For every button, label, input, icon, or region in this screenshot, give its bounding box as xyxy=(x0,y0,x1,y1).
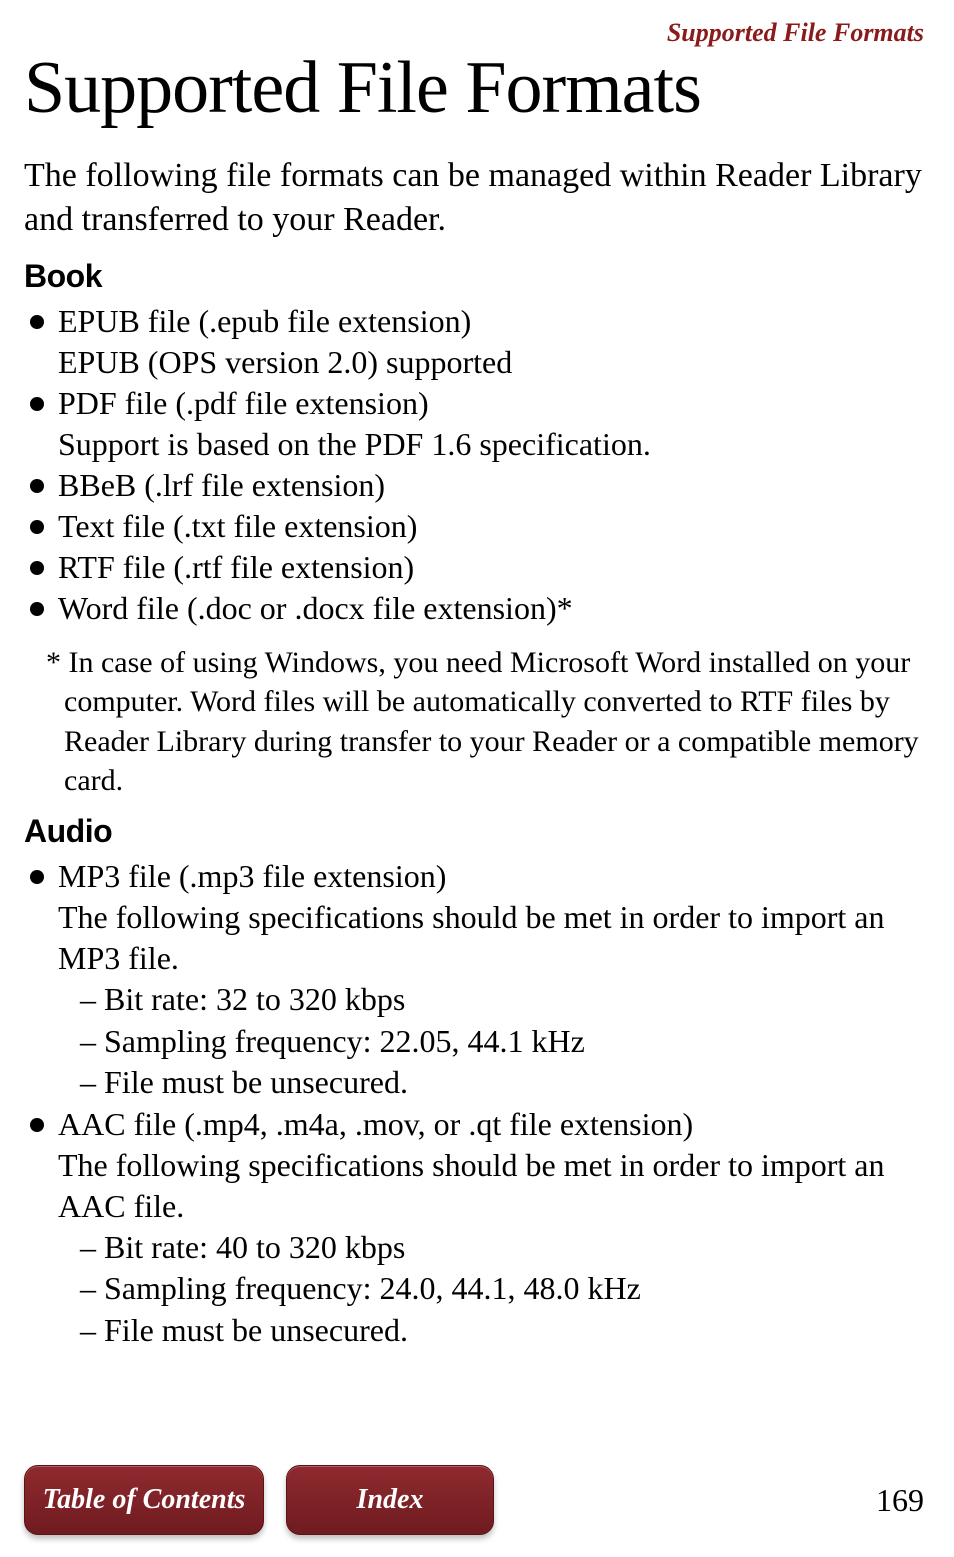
list-item-text: RTF file (.rtf file extension) xyxy=(58,549,414,585)
list-item: Word file (.doc or .docx file extension)… xyxy=(30,588,924,629)
page-number: 169 xyxy=(876,1482,924,1519)
spec-item: File must be unsecured. xyxy=(80,1062,924,1104)
table-of-contents-button[interactable]: Table of Contents xyxy=(24,1465,264,1535)
spec-item: Bit rate: 40 to 320 kbps xyxy=(80,1227,924,1269)
spec-list: Bit rate: 32 to 320 kbps Sampling freque… xyxy=(58,979,924,1104)
index-button[interactable]: Index xyxy=(286,1465,494,1535)
intro-paragraph: The following file formats can be manage… xyxy=(24,154,924,242)
spec-item: File must be unsecured. xyxy=(80,1310,924,1352)
list-item-text: Word file (.doc or .docx file extension)… xyxy=(58,590,573,626)
list-item: EPUB file (.epub file extension) EPUB (O… xyxy=(30,301,924,383)
section-heading-audio: Audio xyxy=(24,813,924,850)
list-item-subtext: EPUB (OPS version 2.0) supported xyxy=(58,342,924,383)
list-item-text: MP3 file (.mp3 file extension) xyxy=(58,858,446,894)
list-item: RTF file (.rtf file extension) xyxy=(30,547,924,588)
list-item-text: Text file (.txt file extension) xyxy=(58,508,417,544)
list-item-desc: The following specifications should be m… xyxy=(58,897,924,979)
list-item: MP3 file (.mp3 file extension) The follo… xyxy=(30,856,924,1104)
list-item-subtext: Support is based on the PDF 1.6 specific… xyxy=(58,424,924,465)
list-item-text: BBeB (.lrf file extension) xyxy=(58,467,385,503)
spec-list: Bit rate: 40 to 320 kbps Sampling freque… xyxy=(58,1227,924,1352)
list-item: AAC file (.mp4, .m4a, .mov, or .qt file … xyxy=(30,1104,924,1352)
list-item-desc: The following specifications should be m… xyxy=(58,1145,924,1227)
page-title: Supported File Formats xyxy=(24,50,924,128)
list-item: PDF file (.pdf file extension) Support i… xyxy=(30,383,924,465)
list-item-text: PDF file (.pdf file extension) xyxy=(58,385,429,421)
spec-item: Sampling frequency: 24.0, 44.1, 48.0 kHz xyxy=(80,1268,924,1310)
list-item: Text file (.txt file extension) xyxy=(30,506,924,547)
list-item-text: EPUB file (.epub file extension) xyxy=(58,303,471,339)
list-item: BBeB (.lrf file extension) xyxy=(30,465,924,506)
page: Supported File Formats Supported File Fo… xyxy=(0,0,954,1557)
list-item-text: AAC file (.mp4, .m4a, .mov, or .qt file … xyxy=(58,1106,693,1142)
audio-list: MP3 file (.mp3 file extension) The follo… xyxy=(24,856,924,1351)
spec-item: Bit rate: 32 to 320 kbps xyxy=(80,979,924,1021)
spec-item: Sampling frequency: 22.05, 44.1 kHz xyxy=(80,1021,924,1063)
book-list: EPUB file (.epub file extension) EPUB (O… xyxy=(24,301,924,629)
footnote: * In case of using Windows, you need Mic… xyxy=(24,643,924,801)
running-head: Supported File Formats xyxy=(24,18,924,48)
footer: Table of Contents Index 169 xyxy=(24,1465,924,1535)
section-heading-book: Book xyxy=(24,258,924,295)
